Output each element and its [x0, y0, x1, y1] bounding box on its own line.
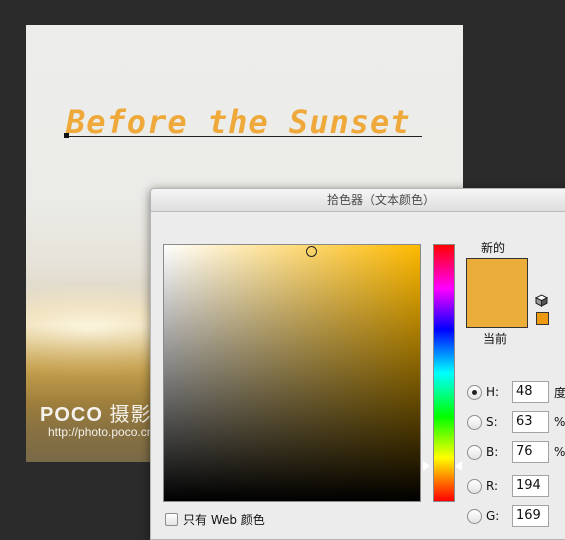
s-input[interactable]: 63: [512, 411, 549, 433]
field-row-h: H: 48 度: [467, 381, 565, 403]
web-colors-only-label: 只有 Web 颜色: [183, 513, 265, 527]
watermark-url: http://photo.poco.cn/: [48, 425, 157, 439]
b-input[interactable]: 76: [512, 441, 549, 463]
label-h: H:: [486, 385, 500, 399]
unit-h: 度: [554, 385, 565, 400]
field-row-b: B: 76 %: [467, 441, 565, 463]
label-b: B:: [486, 445, 499, 459]
hue-slider-left-arrow-icon[interactable]: [423, 461, 430, 471]
new-color-label: 新的: [481, 241, 506, 255]
web-colors-only-checkbox[interactable]: [165, 513, 178, 526]
label-g: G:: [486, 509, 500, 523]
h-input[interactable]: 48: [512, 381, 549, 403]
current-color-label: 当前: [483, 332, 508, 346]
radio-h[interactable]: [467, 384, 482, 400]
unit-b: %: [554, 445, 565, 459]
new-current-color-swatch[interactable]: [466, 258, 528, 328]
field-row-s: S: 63 %: [467, 411, 565, 433]
field-row-r: R: 194: [467, 475, 549, 497]
radio-s[interactable]: [467, 414, 482, 430]
color-picker-dialog: 拾色器（文本颜色） 新的 当前 H: 48 度 S: 63 % B: 76 % …: [150, 188, 565, 540]
label-r: R:: [486, 479, 499, 493]
cube-icon[interactable]: [535, 294, 548, 307]
radio-r[interactable]: [467, 478, 482, 494]
r-input[interactable]: 194: [512, 475, 549, 497]
websafe-color-swatch[interactable]: [536, 312, 549, 325]
text-anchor-handle[interactable]: [64, 133, 69, 138]
g-input[interactable]: 169: [512, 505, 549, 527]
hue-slider-right-arrow-icon[interactable]: [455, 461, 462, 471]
hue-slider[interactable]: [433, 244, 455, 502]
radio-g[interactable]: [467, 508, 482, 524]
web-colors-only-option[interactable]: 只有 Web 颜色: [165, 511, 265, 528]
color-picker-marker[interactable]: [306, 246, 317, 257]
dialog-title[interactable]: 拾色器（文本颜色）: [151, 189, 565, 212]
radio-b[interactable]: [467, 444, 482, 460]
unit-s: %: [554, 415, 565, 429]
field-row-g: G: 169: [467, 505, 549, 527]
saturation-brightness-field[interactable]: [163, 244, 421, 502]
label-s: S:: [486, 415, 498, 429]
text-baseline: [66, 136, 422, 137]
